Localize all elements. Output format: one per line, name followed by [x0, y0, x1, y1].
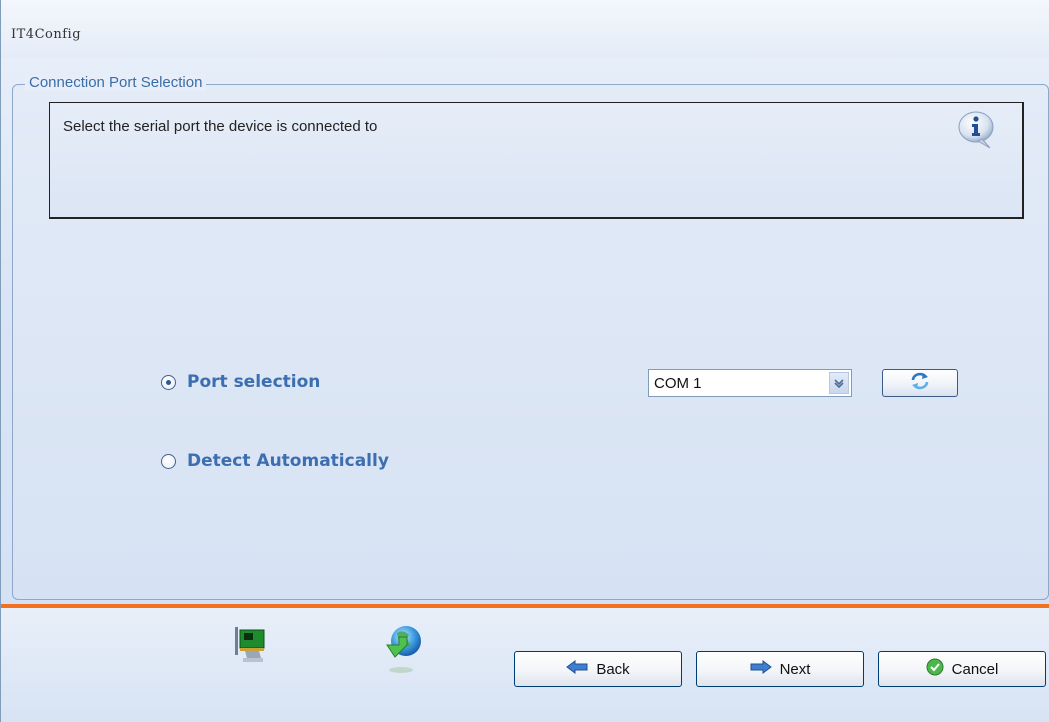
detect-automatically-radio[interactable]: [161, 453, 176, 469]
download-globe-icon: [381, 623, 425, 679]
refresh-icon: [909, 372, 931, 394]
detect-automatically-label: Detect Automatically: [187, 451, 389, 471]
back-arrow-icon: [566, 660, 596, 678]
next-arrow-icon: [750, 660, 780, 678]
app-window: IT4Config Connection Port Selection Sele…: [0, 0, 1049, 722]
info-icon: [956, 108, 996, 152]
next-button[interactable]: Next: [696, 651, 864, 687]
groupbox-legend: Connection Port Selection: [25, 74, 207, 91]
info-text: Select the serial port the device is con…: [63, 118, 378, 135]
port-selection-radio[interactable]: [161, 374, 176, 390]
port-selection-option[interactable]: Port selection: [161, 372, 320, 392]
window-title: IT4Config: [11, 27, 82, 42]
back-button[interactable]: Back: [514, 651, 682, 687]
check-circle-icon: [926, 658, 952, 680]
port-combobox[interactable]: COM 1: [648, 369, 852, 397]
cancel-button[interactable]: Cancel: [878, 651, 1046, 687]
back-button-label: Back: [596, 660, 630, 678]
title-bar: IT4Config: [1, 0, 1049, 58]
serial-device-icon: [231, 626, 271, 670]
refresh-ports-button[interactable]: [882, 369, 958, 397]
detect-automatically-option[interactable]: Detect Automatically: [161, 451, 389, 471]
next-button-label: Next: [779, 660, 811, 678]
port-selection-label: Port selection: [187, 372, 321, 392]
port-combobox-value: COM 1: [654, 375, 702, 392]
cancel-button-label: Cancel: [951, 660, 999, 678]
chevron-down-icon[interactable]: [829, 372, 849, 394]
